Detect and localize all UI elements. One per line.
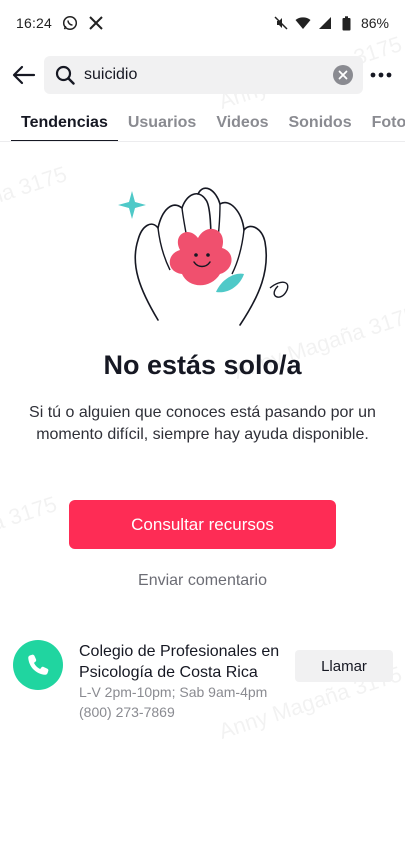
x-icon	[88, 15, 104, 31]
hands-heart-illustration	[110, 170, 300, 330]
more-options-button[interactable]	[367, 60, 395, 90]
search-box[interactable]	[44, 56, 363, 94]
more-icon	[370, 72, 392, 78]
helpline-phone-number: (800) 273-7869	[79, 704, 175, 720]
whatsapp-icon	[62, 15, 78, 31]
mute-icon	[273, 15, 289, 31]
support-message: Si tú o alguien que conoces está pasando…	[29, 404, 376, 443]
sparkle-icon	[118, 191, 146, 219]
tab-videos[interactable]: Videos	[206, 104, 278, 141]
search-input[interactable]	[84, 60, 333, 90]
helpline-card: Colegio de Profesionales en Psicología d…	[13, 640, 393, 730]
watermark: Anny Magaña 3175	[0, 491, 60, 574]
tab-usuarios[interactable]: Usuarios	[118, 104, 206, 141]
helpline-hours: L-V 2pm-10pm; Sab 9am-4pm	[79, 684, 268, 700]
call-button[interactable]: Llamar	[295, 650, 393, 682]
tab-sonidos[interactable]: Sonidos	[278, 104, 361, 141]
search-row	[0, 56, 405, 94]
watermark: Anny Magaña 3175	[0, 161, 70, 244]
wifi-icon	[295, 15, 311, 31]
signal-icon	[317, 15, 333, 31]
search-icon	[54, 64, 76, 86]
search-tabs: Tendencias Usuarios Videos Sonidos Fotos	[0, 104, 405, 142]
battery-percent: 86%	[360, 15, 389, 31]
clear-icon	[338, 70, 348, 80]
battery-icon	[339, 15, 355, 31]
status-bar: 16:24 86%	[0, 0, 405, 46]
status-left: 16:24	[16, 15, 104, 31]
tab-tendencias[interactable]: Tendencias	[11, 104, 118, 141]
send-feedback-link[interactable]: Enviar comentario	[0, 572, 405, 590]
back-button[interactable]	[8, 58, 40, 92]
status-time: 16:24	[16, 15, 53, 31]
status-right: 86%	[273, 15, 389, 31]
back-arrow-icon	[12, 65, 36, 85]
page-title: No estás solo/a	[103, 350, 302, 380]
phone-icon	[13, 640, 63, 690]
tab-fotos[interactable]: Fotos	[362, 104, 405, 141]
view-resources-button[interactable]: Consultar recursos	[69, 500, 336, 549]
clear-search-button[interactable]	[333, 65, 353, 85]
helpline-name: Colegio de Profesionales en Psicología d…	[79, 643, 280, 681]
